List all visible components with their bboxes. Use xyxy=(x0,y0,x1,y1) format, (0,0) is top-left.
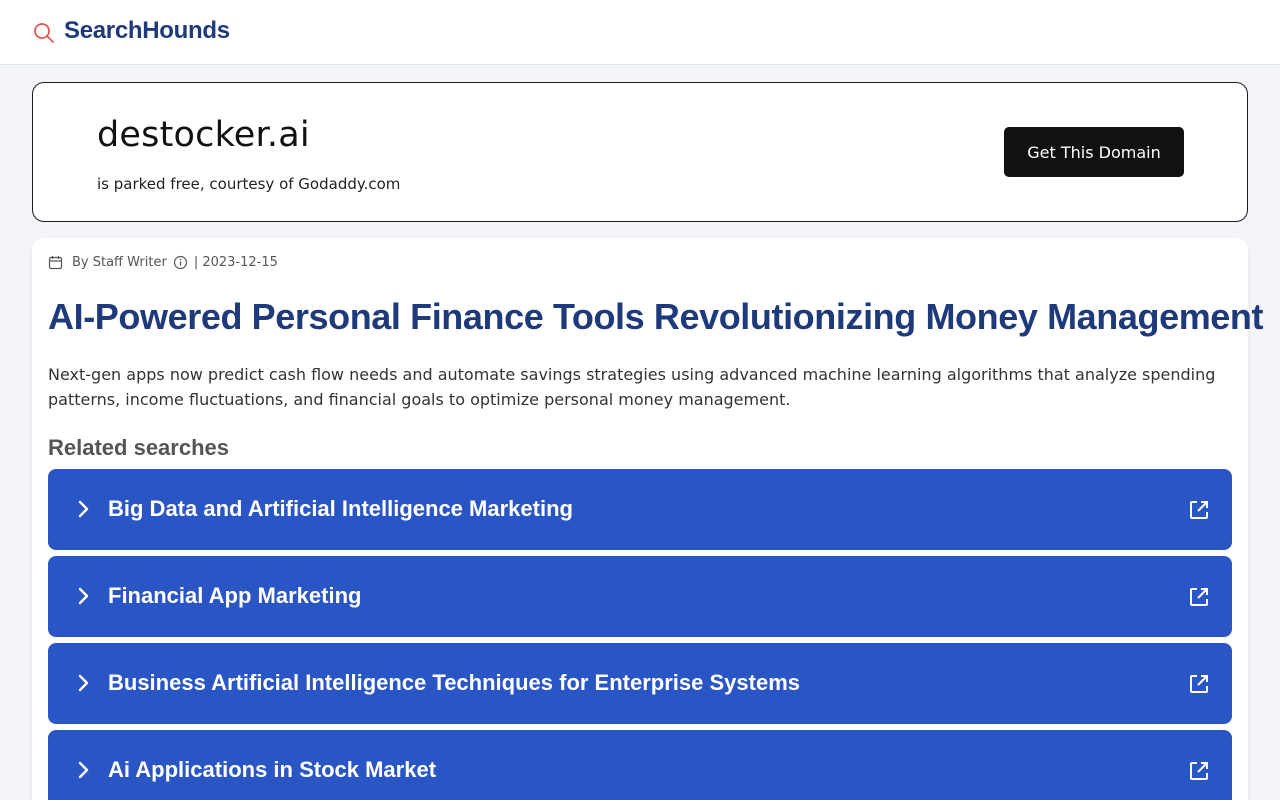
related-search-item[interactable]: Financial App Marketing xyxy=(48,556,1232,637)
article-card: By Staff Writer | 2023-12-15 AI-Powered … xyxy=(32,238,1264,800)
info-icon xyxy=(173,255,188,270)
chevron-right-icon xyxy=(73,586,93,606)
related-search-item[interactable]: Business Artificial Intelligence Techniq… xyxy=(48,643,1232,724)
brand-name: SearchHounds xyxy=(64,17,230,44)
domain-name: destocker.ai xyxy=(97,115,310,155)
related-search-item[interactable]: Ai Applications in Stock Market xyxy=(48,730,1232,800)
related-searches-list: Big Data and Artificial Intelligence Mar… xyxy=(48,469,1232,800)
calendar-icon xyxy=(48,255,63,270)
article-title: AI-Powered Personal Finance Tools Revolu… xyxy=(48,296,1264,337)
chevron-right-icon xyxy=(73,673,93,693)
external-link-icon[interactable] xyxy=(1188,586,1210,608)
article-date: | 2023-12-15 xyxy=(193,255,278,270)
brand-logo[interactable]: SearchHounds xyxy=(33,17,230,45)
get-domain-button[interactable]: Get This Domain xyxy=(1004,127,1184,177)
search-icon xyxy=(33,22,55,44)
related-searches-heading: Related searches xyxy=(48,435,229,460)
related-search-label: Business Artificial Intelligence Techniq… xyxy=(108,670,800,695)
chevron-right-icon xyxy=(73,499,93,519)
external-link-icon[interactable] xyxy=(1188,760,1210,782)
article-summary: Next-gen apps now predict cash flow need… xyxy=(48,365,1216,409)
domain-subtitle: is parked free, courtesy of Godaddy.com xyxy=(97,175,401,193)
external-link-icon[interactable] xyxy=(1188,673,1210,695)
related-search-label: Big Data and Artificial Intelligence Mar… xyxy=(108,496,573,521)
top-bar: SearchHounds xyxy=(0,0,1280,65)
external-link-icon[interactable] xyxy=(1188,499,1210,521)
domain-card: destocker.ai is parked free, courtesy of… xyxy=(32,82,1248,222)
related-search-item[interactable]: Big Data and Artificial Intelligence Mar… xyxy=(48,469,1232,550)
article-author: By Staff Writer xyxy=(72,255,167,270)
chevron-right-icon xyxy=(73,760,93,780)
related-search-label: Ai Applications in Stock Market xyxy=(108,757,437,782)
related-search-label: Financial App Marketing xyxy=(108,583,362,608)
article-meta: By Staff Writer | 2023-12-15 xyxy=(48,255,278,270)
